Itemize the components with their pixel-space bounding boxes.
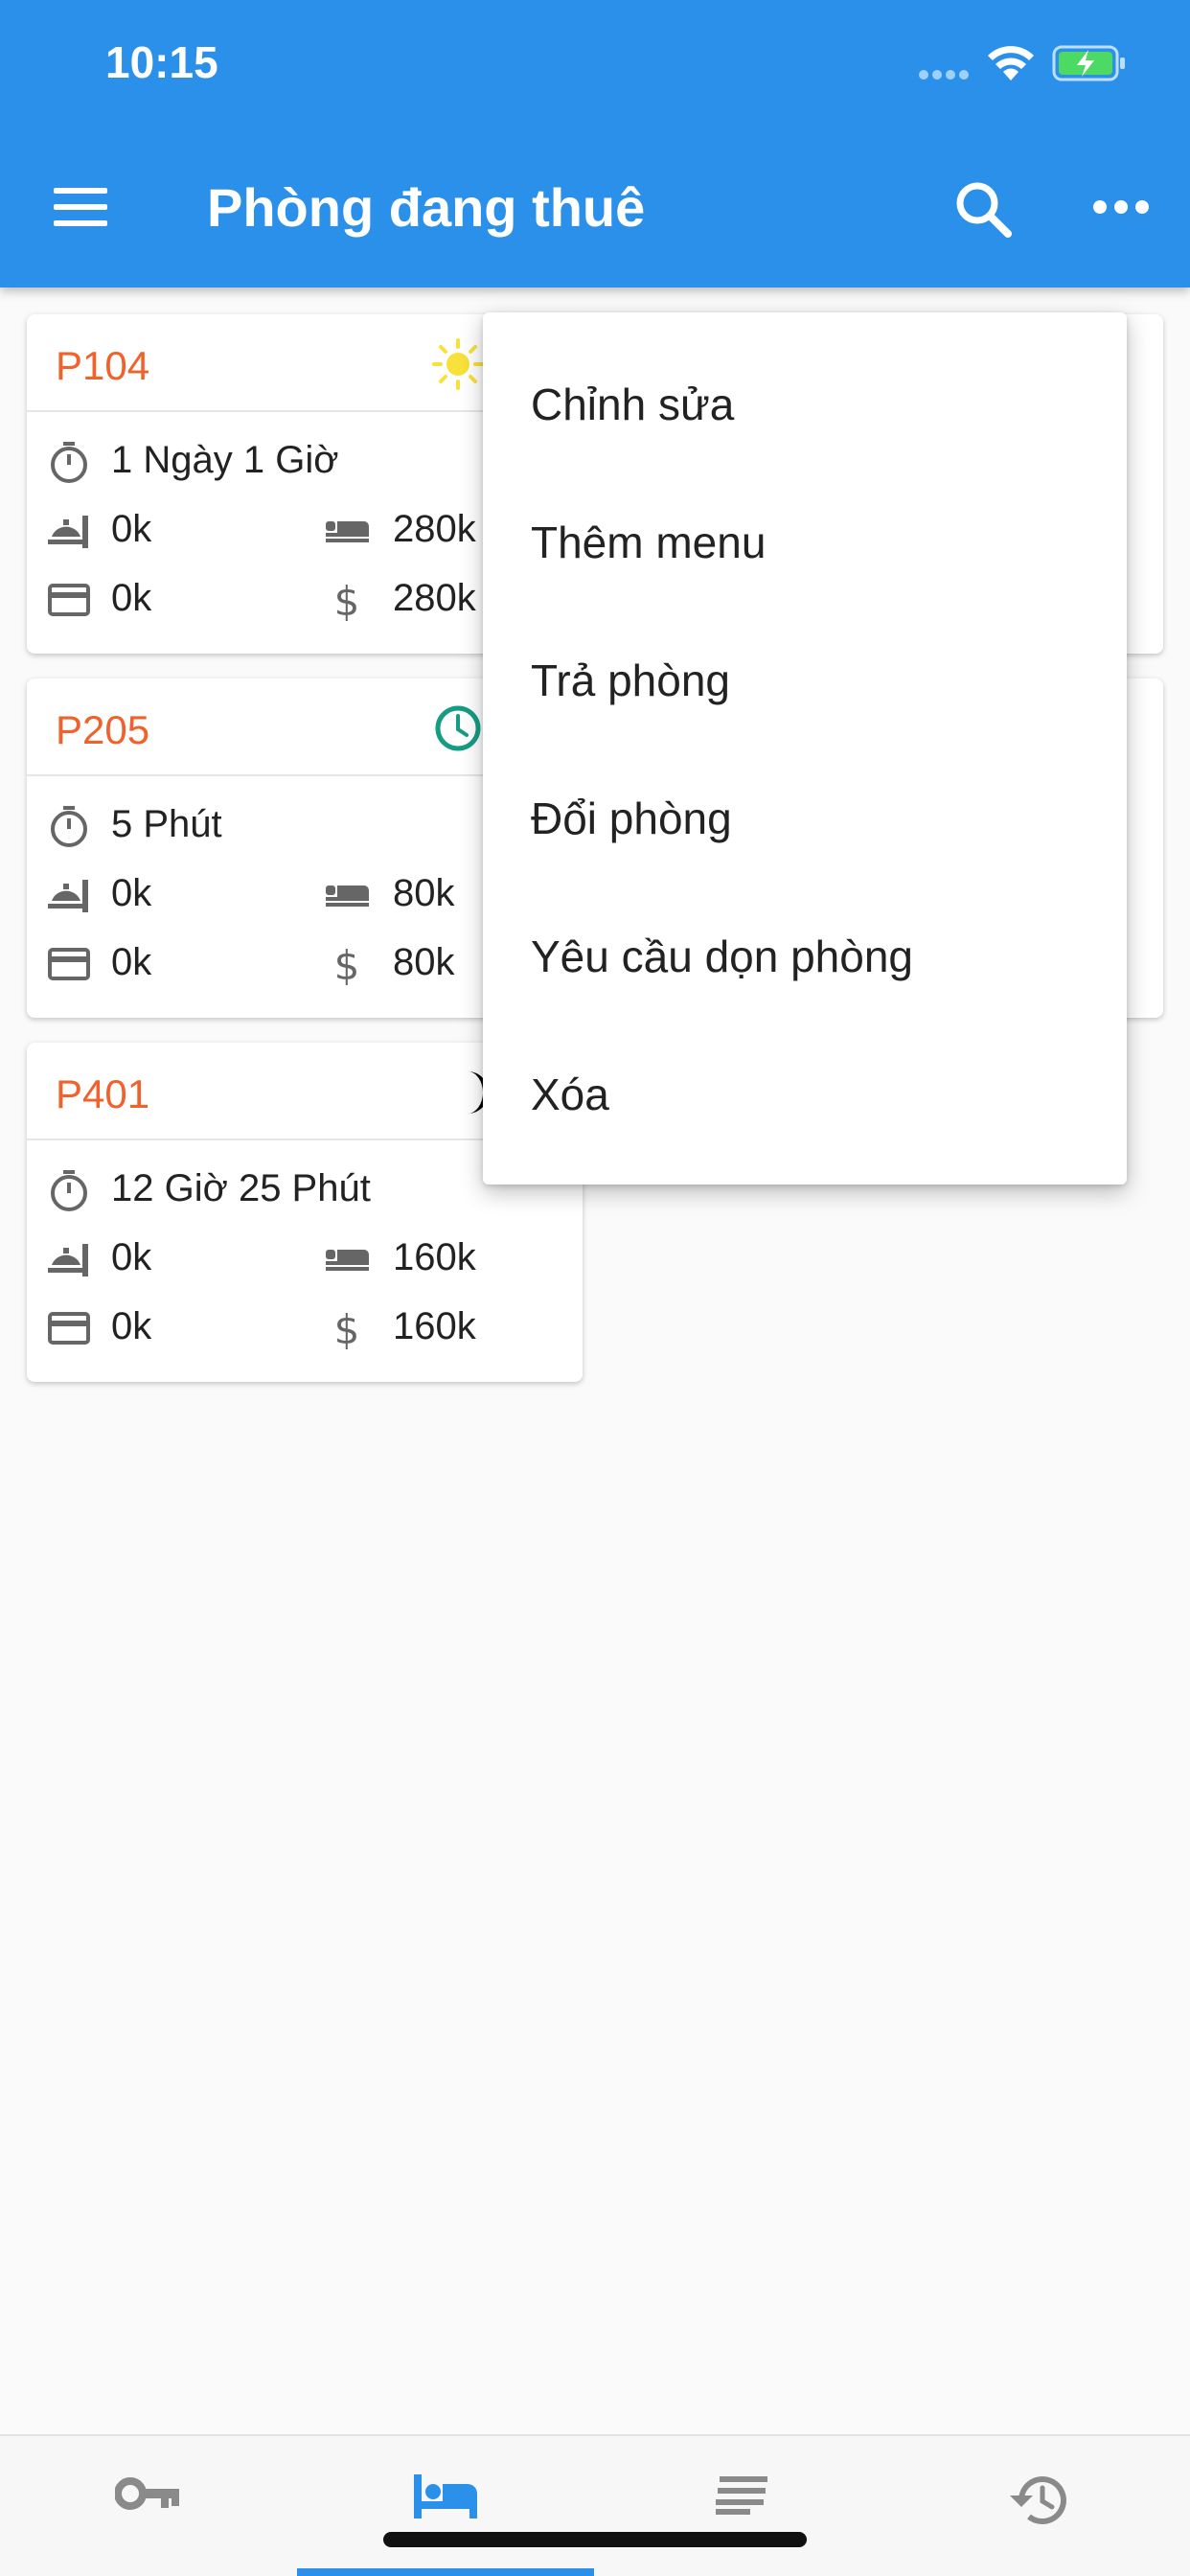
- history-icon: [1010, 2476, 1066, 2524]
- svg-text:$: $: [334, 578, 360, 623]
- key-icon: [115, 2477, 179, 2510]
- nav-item-history[interactable]: [891, 2455, 1188, 2551]
- room-fee-value: 280k: [393, 508, 476, 550]
- page-title: Phòng đang thuê: [207, 177, 646, 238]
- active-tab-indicator: [297, 2568, 594, 2576]
- bed-icon: [324, 872, 370, 918]
- duration-value: 12 Giờ 25 Phút: [111, 1167, 371, 1209]
- menu-icon[interactable]: [50, 182, 111, 232]
- timer-icon: [46, 439, 92, 485]
- total-value: 160k: [393, 1305, 476, 1347]
- credit-card-icon: [46, 577, 92, 623]
- menu-item-request-cleaning[interactable]: Yêu cầu dọn phòng: [483, 887, 1127, 1025]
- paid-value: 0k: [111, 1305, 152, 1347]
- home-indicator: [383, 2532, 807, 2547]
- sun-icon: [431, 337, 485, 391]
- battery-icon: [1052, 44, 1127, 82]
- room-fee-value: 160k: [393, 1236, 476, 1278]
- duration-value: 5 Phút: [111, 803, 222, 845]
- dollar-icon: $: [324, 941, 370, 987]
- dollar-icon: $: [324, 1305, 370, 1351]
- status-time: 10:15: [105, 37, 218, 87]
- paid-value: 0k: [111, 577, 152, 619]
- clock-icon: [431, 702, 485, 755]
- bottom-nav: [0, 2434, 1190, 2576]
- room-service-icon: [46, 1236, 92, 1282]
- duration-value: 1 Ngày 1 Giờ: [111, 439, 339, 481]
- context-menu: Chỉnh sửa Thêm menu Trả phòng Đổi phòng …: [483, 312, 1127, 1184]
- bed-icon: [414, 2474, 477, 2518]
- menu-item-edit[interactable]: Chỉnh sửa: [483, 335, 1127, 473]
- menu-item-add-menu[interactable]: Thêm menu: [483, 473, 1127, 611]
- bed-icon: [324, 508, 370, 554]
- service-value: 0k: [111, 872, 152, 914]
- signal-icon: [918, 69, 972, 80]
- total-value: 280k: [393, 577, 476, 619]
- wifi-icon: [985, 42, 1037, 82]
- dollar-icon: $: [324, 577, 370, 623]
- menu-item-delete[interactable]: Xóa: [483, 1025, 1127, 1163]
- credit-card-icon: [46, 941, 92, 987]
- list-icon: [716, 2476, 767, 2515]
- credit-card-icon: [46, 1305, 92, 1351]
- nav-item-keys[interactable]: [0, 2455, 297, 2551]
- bed-icon: [324, 1236, 370, 1282]
- service-value: 0k: [111, 1236, 152, 1278]
- search-icon[interactable]: [952, 178, 1014, 240]
- room-service-icon: [46, 872, 92, 918]
- menu-item-checkout[interactable]: Trả phòng: [483, 611, 1127, 749]
- timer-icon: [46, 803, 92, 849]
- room-fee-value: 80k: [393, 872, 455, 914]
- menu-item-change-room[interactable]: Đổi phòng: [483, 749, 1127, 887]
- svg-text:$: $: [334, 942, 360, 987]
- timer-icon: [46, 1167, 92, 1213]
- total-value: 80k: [393, 941, 455, 983]
- app-bar: 10:15 Phòng đang thuê: [0, 0, 1190, 288]
- room-code: P205: [56, 707, 150, 752]
- room-code: P104: [56, 343, 150, 388]
- paid-value: 0k: [111, 941, 152, 983]
- svg-text:$: $: [334, 1306, 360, 1351]
- more-options-icon[interactable]: [1092, 192, 1150, 222]
- room-service-icon: [46, 508, 92, 554]
- room-code: P401: [56, 1071, 150, 1116]
- service-value: 0k: [111, 508, 152, 550]
